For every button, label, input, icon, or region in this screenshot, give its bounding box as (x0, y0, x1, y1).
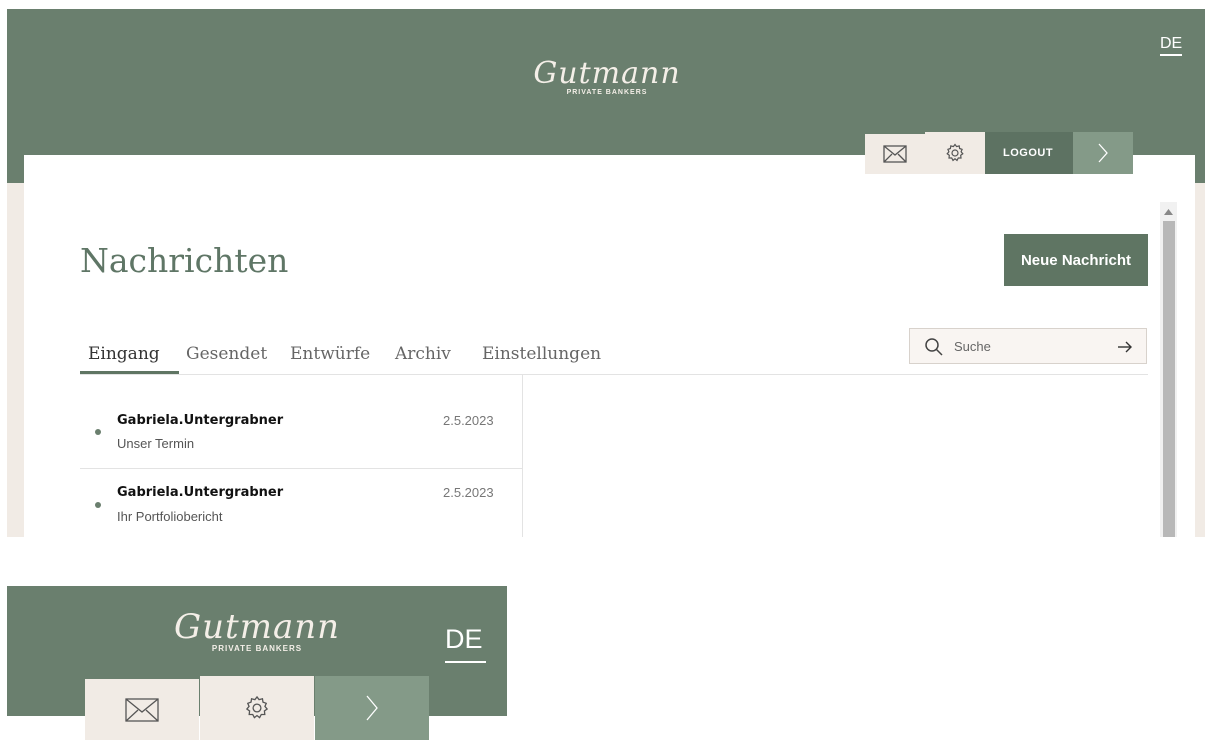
message-date: 2.5.2023 (443, 413, 494, 428)
chevron-right-icon (366, 695, 378, 721)
tabs-divider (80, 374, 1148, 375)
search-input[interactable]: Suche (954, 339, 991, 354)
language-underline (445, 661, 486, 663)
mail-icon (125, 697, 159, 722)
new-message-button[interactable]: Neue Nachricht (1004, 234, 1148, 286)
page-title: Nachrichten (80, 241, 289, 280)
gear-icon (245, 695, 269, 719)
chevron-right-icon (1098, 143, 1108, 163)
search-box[interactable]: Suche (909, 328, 1147, 364)
desktop-screenshot: Gutmann PRIVATE BANKERS DE LOGOUT Nachri… (7, 9, 1205, 537)
mobile-screenshot: Gutmann PRIVATE BANKERS DE (7, 586, 507, 740)
unread-dot (95, 429, 101, 435)
expand-button[interactable] (315, 676, 429, 740)
settings-button[interactable] (200, 676, 314, 740)
active-tab-indicator (80, 371, 179, 374)
tab-eingang[interactable]: Eingang (88, 344, 160, 364)
tab-einstellungen[interactable]: Einstellungen (482, 344, 601, 364)
message-subject: Ihr Portfoliobericht (117, 509, 223, 524)
search-icon (925, 338, 943, 356)
tab-archiv[interactable]: Archiv (395, 344, 451, 364)
list-item[interactable]: Gabriela.Untergrabner Ihr Portfolioberic… (80, 469, 522, 537)
mail-icon (883, 145, 907, 163)
language-switch[interactable]: DE (445, 624, 483, 654)
logout-button[interactable]: LOGOUT (985, 132, 1073, 174)
mail-button[interactable] (865, 134, 925, 174)
arrow-right-icon[interactable] (1117, 340, 1133, 354)
scroll-up-icon[interactable] (1164, 209, 1173, 215)
list-detail-divider (522, 375, 523, 537)
unread-dot (95, 502, 101, 508)
tab-gesendet[interactable]: Gesendet (186, 344, 267, 364)
settings-button[interactable] (925, 132, 985, 174)
tab-entwuerfe[interactable]: Entwürfe (290, 344, 370, 364)
message-subject: Unser Termin (117, 436, 195, 451)
message-date: 2.5.2023 (443, 485, 494, 500)
logo-script: Gutmann (173, 607, 341, 647)
logo-script: Gutmann (533, 56, 681, 91)
message-sender: Gabriela.Untergrabner (117, 485, 284, 500)
gear-icon (946, 143, 964, 162)
mail-button[interactable] (85, 679, 199, 740)
scrollbar-thumb[interactable] (1163, 221, 1175, 537)
logo[interactable]: Gutmann PRIVATE BANKERS (147, 608, 367, 653)
logo[interactable]: Gutmann PRIVATE BANKERS (507, 56, 707, 97)
language-switch[interactable]: DE (1160, 35, 1183, 56)
expand-button[interactable] (1073, 132, 1133, 174)
message-sender: Gabriela.Untergrabner (117, 413, 284, 428)
list-item[interactable]: Gabriela.Untergrabner Unser Termin 2.5.2… (80, 399, 522, 467)
